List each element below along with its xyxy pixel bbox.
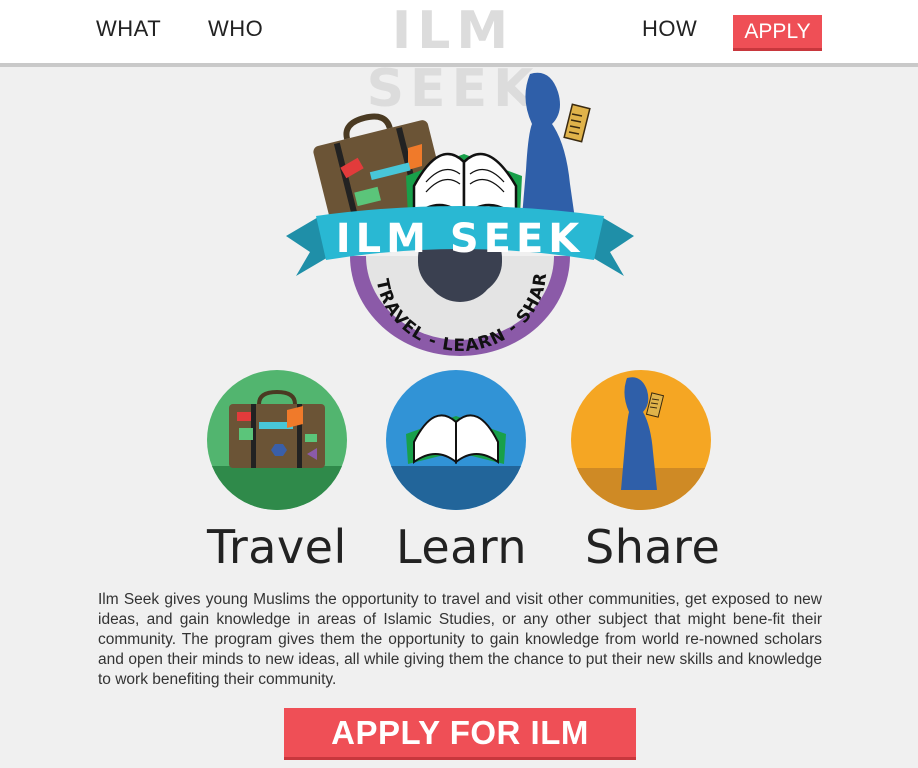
nav-apply-button[interactable]: APPLY <box>733 15 822 51</box>
program-description: Ilm Seek gives young Muslims the opportu… <box>98 591 822 688</box>
site-logo[interactable]: ILM SEEK <box>306 2 600 118</box>
share-label: Share <box>585 520 721 574</box>
reading-figure-icon <box>571 370 711 510</box>
emblem-illustration: ILM SEEK TRAVEL - LEARN - SHARE <box>274 51 634 356</box>
learn-label: Learn <box>396 520 528 574</box>
nav-what-link[interactable]: WHAT <box>96 16 161 42</box>
travel-circle[interactable] <box>207 370 347 510</box>
emblem-banner-text: ILM SEEK <box>336 216 585 262</box>
learn-circle[interactable] <box>386 370 526 510</box>
suitcase-icon <box>207 370 347 510</box>
top-nav: WHAT WHO ILM SEEK HOW APPLY <box>0 0 918 118</box>
share-circle[interactable] <box>571 370 711 510</box>
open-book-icon <box>386 370 526 510</box>
apply-for-ilm-seek-button[interactable]: APPLY FOR ILM SEEK <box>284 708 636 768</box>
hero-emblem: ILM SEEK TRAVEL - LEARN - SHARE <box>274 51 640 366</box>
nav-who-link[interactable]: WHO <box>208 16 263 42</box>
travel-label: Travel <box>207 520 347 574</box>
nav-how-link[interactable]: HOW <box>642 16 697 42</box>
